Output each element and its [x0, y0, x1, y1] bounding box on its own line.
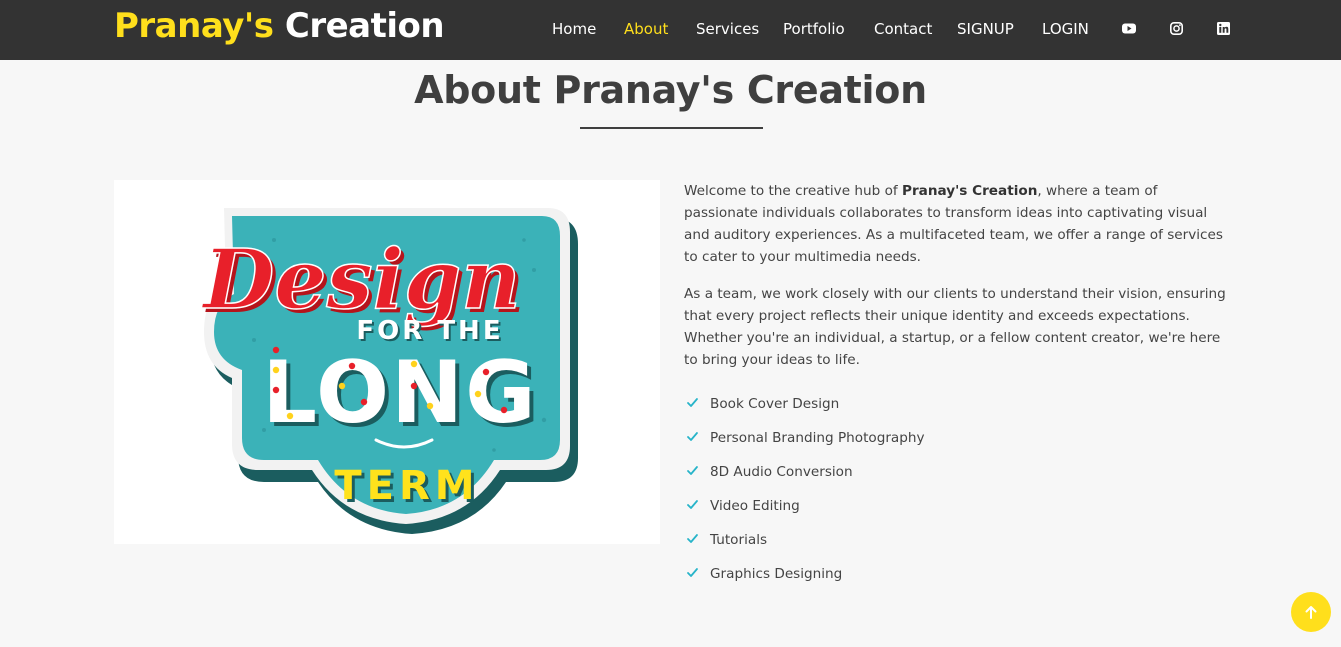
- list-item-label: Personal Branding Photography: [710, 430, 925, 446]
- about-paragraph-2: As a team, we work closely with our clie…: [684, 286, 1226, 368]
- about-image: Design Design FOR THE FOR THE LONG LONG …: [114, 180, 660, 544]
- check-icon: [687, 568, 698, 577]
- badge-line2: FOR THE: [356, 316, 503, 346]
- nav-services[interactable]: Services: [696, 19, 759, 39]
- design-for-the-long-term-badge: Design Design FOR THE FOR THE LONG LONG …: [200, 208, 578, 534]
- badge-line4: TERM: [334, 463, 479, 509]
- p1-brand-name: Pranay's Creation: [902, 183, 1038, 199]
- check-icon: [687, 534, 698, 543]
- nav-about[interactable]: About: [624, 19, 668, 39]
- badge-line3: LONG: [262, 343, 537, 443]
- title-underline: [580, 127, 763, 129]
- site-header: Pranay's Creation Home About Services Po…: [0, 0, 1341, 60]
- list-item-label: Video Editing: [710, 498, 800, 514]
- check-icon: [687, 466, 698, 475]
- badge-line1: Design: [201, 232, 521, 328]
- check-icon: [687, 398, 698, 407]
- about-paragraph-1: Welcome to the creative hub of Pranay's …: [684, 180, 1232, 268]
- youtube-icon[interactable]: [1122, 21, 1136, 35]
- check-icon: [687, 500, 698, 509]
- nav-portfolio[interactable]: Portfolio: [783, 19, 845, 39]
- list-item-label: 8D Audio Conversion: [710, 464, 853, 480]
- arrow-up-icon: [1305, 606, 1317, 619]
- list-item-label: Tutorials: [710, 532, 768, 548]
- list-item-label: Book Cover Design: [710, 396, 840, 412]
- nav-login[interactable]: LOGIN: [1042, 19, 1089, 39]
- section-title: About Pranay's Creation: [414, 68, 927, 112]
- nav-contact[interactable]: Contact: [874, 19, 932, 39]
- list-item-label: Graphics Designing: [710, 566, 843, 582]
- nav-home[interactable]: Home: [552, 19, 596, 39]
- back-to-top-button[interactable]: [1291, 592, 1331, 632]
- check-icon: [687, 432, 698, 441]
- nav-signup[interactable]: SIGNUP: [957, 19, 1014, 39]
- main-nav: Home About Services Portfolio Contact SI…: [0, 0, 1341, 60]
- instagram-icon[interactable]: [1169, 21, 1183, 35]
- linkedin-icon[interactable]: [1216, 21, 1230, 35]
- p1-text-start: Welcome to the creative hub of: [684, 183, 902, 199]
